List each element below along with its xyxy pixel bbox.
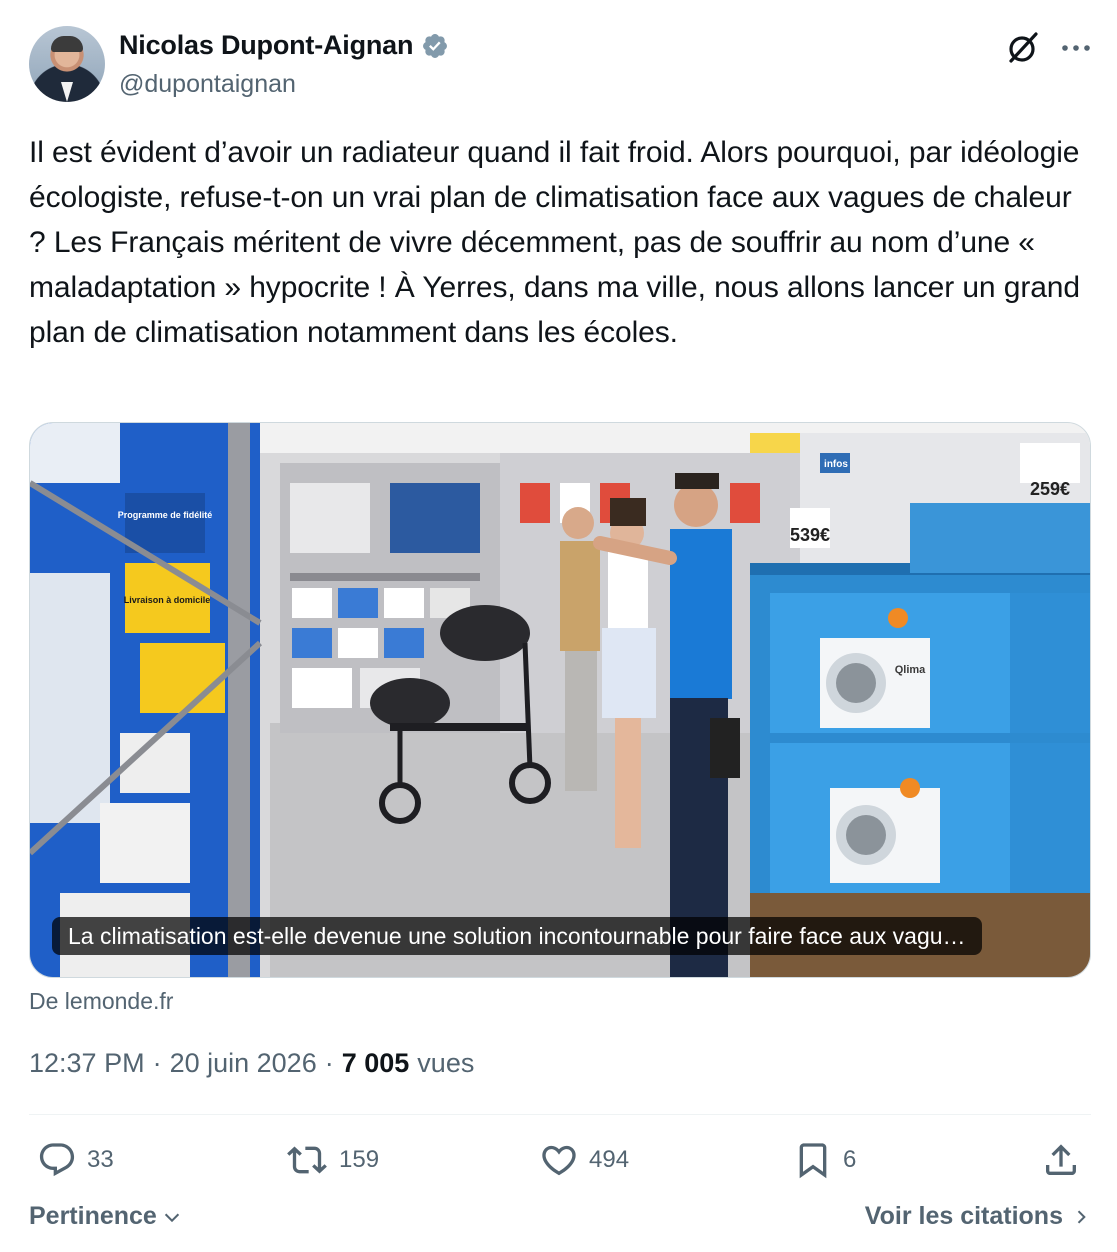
- views-count: 7 005: [341, 1048, 410, 1078]
- author-display-name[interactable]: Nicolas Dupont-Aignan: [119, 30, 413, 61]
- more-options-icon[interactable]: [1061, 43, 1091, 53]
- tweet-text: Il est évident d’avoir un radiateur quan…: [29, 136, 1080, 349]
- grok-icon[interactable]: [1005, 30, 1041, 66]
- reply-button[interactable]: 33: [37, 1138, 114, 1182]
- views-label: vues: [417, 1048, 475, 1078]
- tweet-time[interactable]: 12:37 PM: [29, 1048, 145, 1079]
- verified-badge-icon: [423, 33, 448, 58]
- meta-separator: ·: [324, 1048, 334, 1078]
- action-bar: 33 159 494 6: [29, 1138, 1091, 1182]
- bookmark-icon: [799, 1143, 827, 1179]
- reply-icon: [39, 1143, 75, 1177]
- name-row: Nicolas Dupont-Aignan: [119, 30, 449, 61]
- view-quotes-link[interactable]: Voir les citations: [865, 1202, 1091, 1231]
- like-button[interactable]: 494: [539, 1138, 629, 1182]
- link-source[interactable]: De lemonde.fr: [29, 988, 173, 1015]
- ac-brand-label: Qlima: [895, 664, 926, 676]
- repost-count: 159: [339, 1146, 380, 1173]
- price-tag-2: 259€: [1030, 479, 1070, 499]
- repost-icon: [287, 1146, 327, 1174]
- avatar-hair: [51, 36, 83, 52]
- avatar-collar: [61, 82, 73, 102]
- bookmark-count: 6: [843, 1146, 857, 1173]
- chevron-right-icon: [1077, 1209, 1086, 1224]
- divider: [29, 1114, 1091, 1115]
- heart-icon: [542, 1145, 576, 1176]
- tweet-header: Nicolas Dupont-Aignan @dupontaignan: [29, 26, 1091, 106]
- delivery-sign: Livraison à domicile: [124, 595, 211, 605]
- meta-separator: ·: [152, 1048, 162, 1078]
- article-photo: infos 539€ 259€ Programme de fidélité Li…: [30, 423, 1090, 977]
- share-icon: [1046, 1144, 1076, 1175]
- bookmark-button[interactable]: 6: [793, 1138, 856, 1182]
- price-tag-1: 539€: [790, 525, 830, 545]
- header-actions: [1005, 30, 1091, 66]
- view-quotes-label: Voir les citations: [864, 1202, 1063, 1230]
- loyalty-sign: Programme de fidélité: [118, 510, 213, 520]
- avatar[interactable]: [29, 26, 105, 102]
- sort-dropdown[interactable]: Pertinence: [29, 1202, 183, 1231]
- reply-count: 33: [87, 1146, 114, 1173]
- chevron-down-icon: [164, 1213, 179, 1222]
- tweet-meta: 12:37 PM · 20 juin 2026 · 7 005 vues: [29, 1048, 474, 1079]
- link-card[interactable]: infos 539€ 259€ Programme de fidélité Li…: [29, 422, 1091, 978]
- repost-button[interactable]: 159: [285, 1138, 379, 1182]
- share-button[interactable]: [1041, 1138, 1081, 1182]
- link-card-caption: La climatisation est-elle devenue une so…: [52, 917, 982, 955]
- sort-label: Pertinence: [29, 1202, 157, 1230]
- like-count: 494: [589, 1146, 630, 1173]
- author-handle[interactable]: @dupontaignan: [119, 70, 296, 99]
- tweet-date[interactable]: 20 juin 2026: [170, 1048, 317, 1079]
- infos-sign: infos: [824, 459, 848, 470]
